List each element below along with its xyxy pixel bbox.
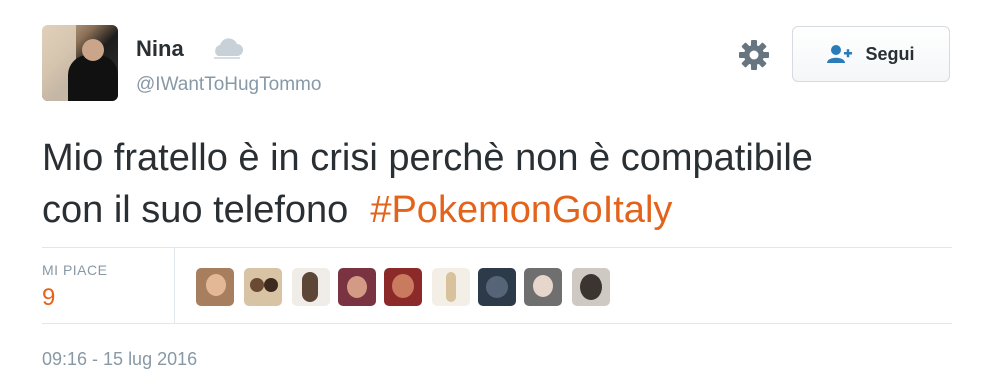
liker-avatar[interactable] <box>432 268 470 306</box>
follow-label: Segui <box>865 43 915 64</box>
stats-divider-top <box>42 247 952 248</box>
liker-avatar[interactable] <box>572 268 610 306</box>
liker-avatar[interactable] <box>244 268 282 306</box>
user-name[interactable]: Nina <box>136 36 184 62</box>
user-handle[interactable]: @IWantToHugTommo <box>136 74 321 96</box>
likes-count[interactable]: 9 <box>42 284 55 312</box>
tweet-text-line-2: con il suo telefono #PokemonGoItaly <box>42 184 962 236</box>
liker-avatar[interactable] <box>384 268 422 306</box>
tweet-text: Mio fratello è in crisi perchè non è com… <box>42 132 962 236</box>
add-user-icon <box>827 45 853 63</box>
tweet-card: Nina @IWantToHugTommo Segui Mio fratello… <box>0 0 990 389</box>
liker-avatar[interactable] <box>292 268 330 306</box>
follow-button[interactable]: Segui <box>792 26 950 82</box>
likes-label: MI PIACE <box>42 262 108 278</box>
tweet-text-line-1: Mio fratello è in crisi perchè non è com… <box>42 137 813 179</box>
avatar-face <box>82 39 104 61</box>
liker-avatar[interactable] <box>524 268 562 306</box>
gear-icon[interactable] <box>737 38 771 72</box>
avatar[interactable] <box>42 25 118 101</box>
stats-divider-vertical <box>174 248 175 323</box>
liker-avatar[interactable] <box>196 268 234 306</box>
avatar-shirt <box>68 55 118 101</box>
stats-divider-bottom <box>42 323 952 324</box>
hashtag-link[interactable]: #PokemonGoItaly <box>370 189 672 231</box>
liker-avatar[interactable] <box>338 268 376 306</box>
tweet-text-line-2-body: con il suo telefono <box>42 189 349 231</box>
liker-avatar[interactable] <box>478 268 516 306</box>
tweet-timestamp[interactable]: 09:16 - 15 lug 2016 <box>42 349 197 370</box>
cloud-icon <box>214 38 243 59</box>
